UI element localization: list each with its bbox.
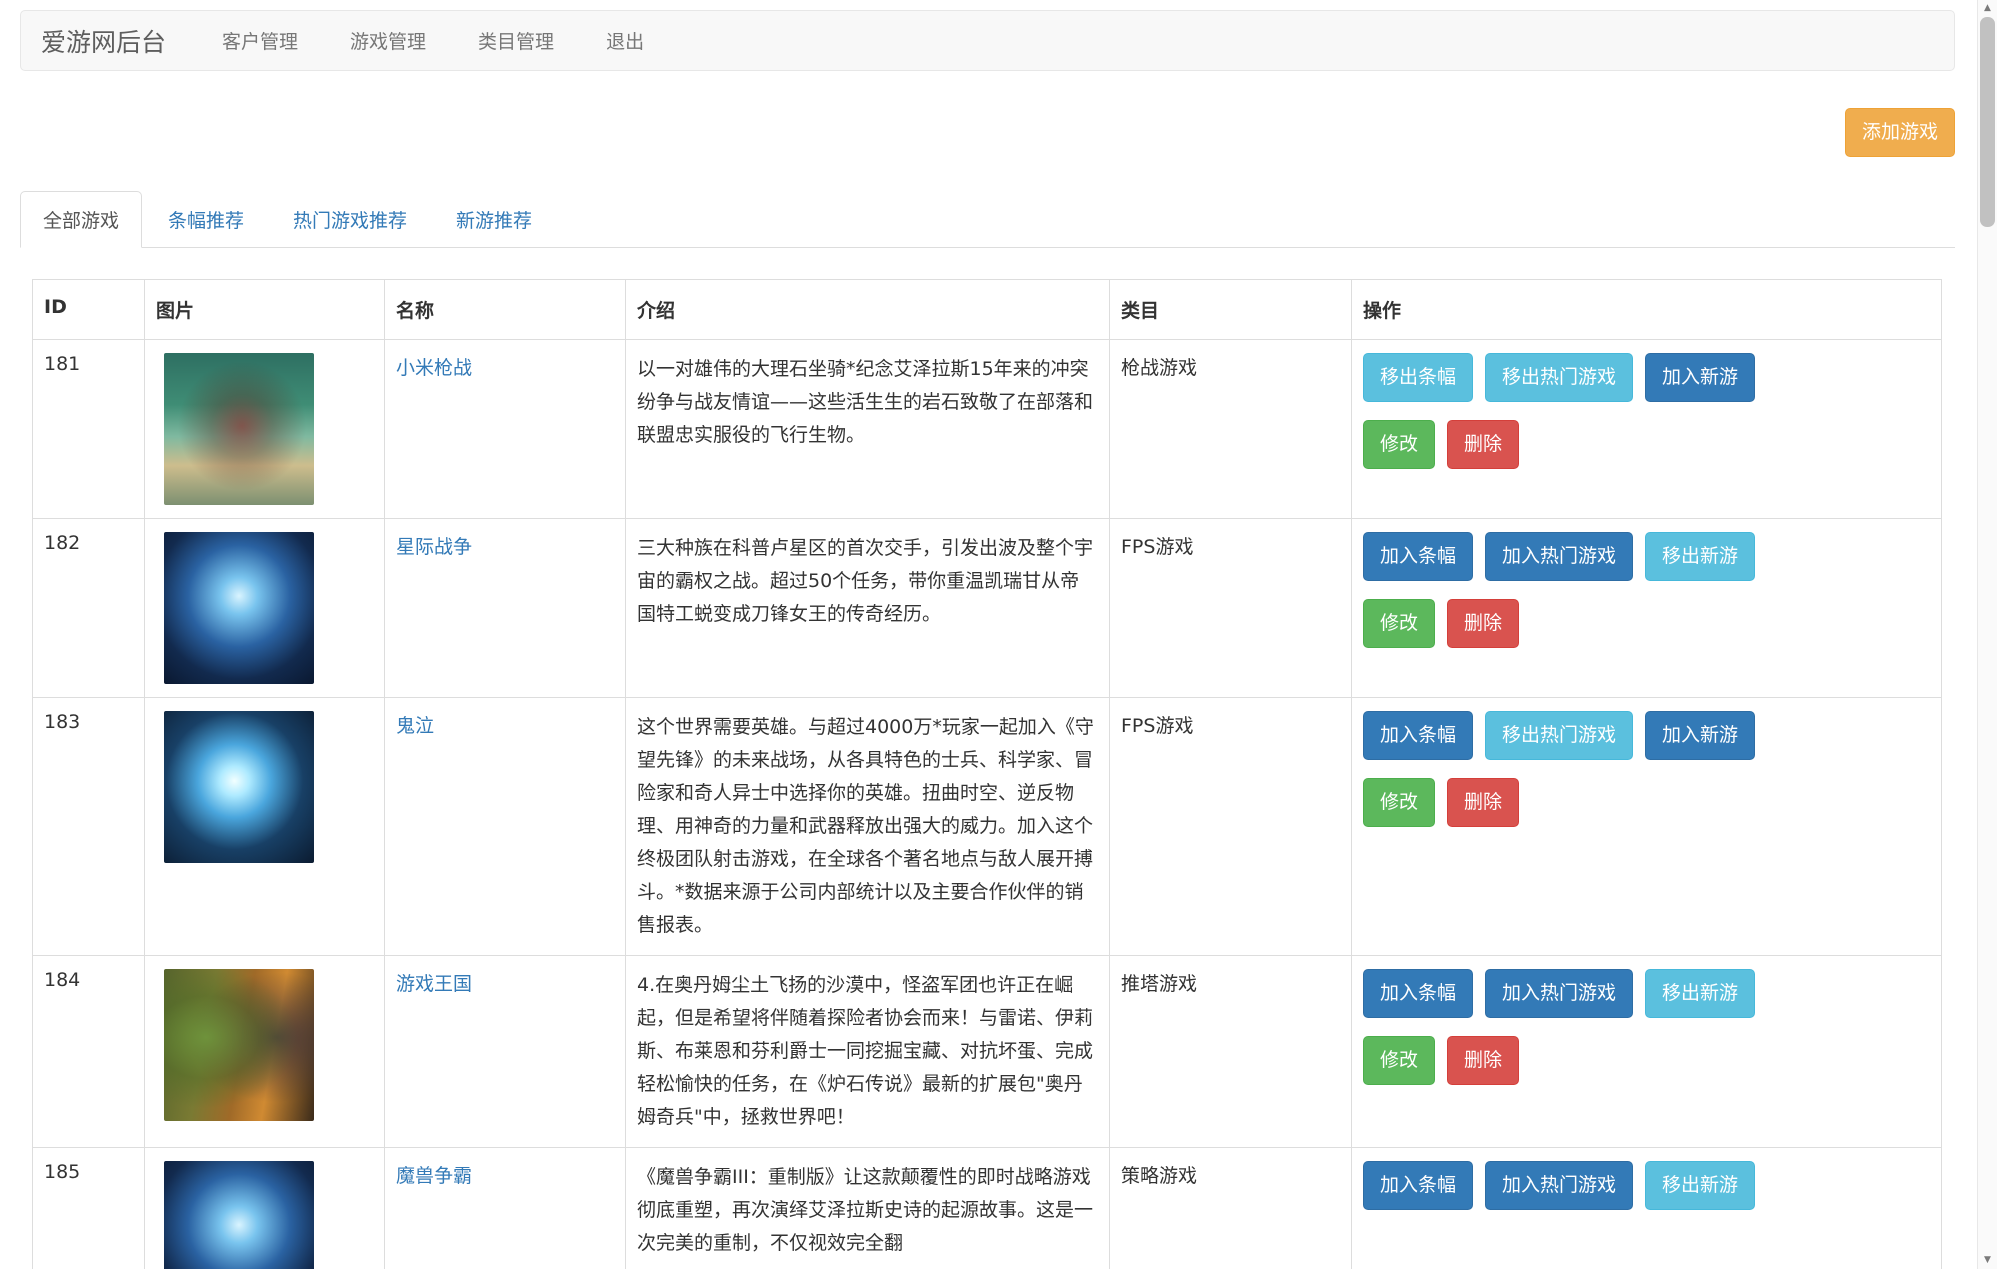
table-row: 185 魔兽争霸 《魔兽争霸III：重制版》让这款颠覆性的即时战略游戏彻底重塑，…	[33, 1148, 1942, 1269]
table-row: 182 星际战争 三大种族在科普卢星区的首次交手，引发出波及整个宇宙的霸权之战。…	[33, 519, 1942, 698]
game-category: 枪战游戏	[1110, 340, 1352, 519]
game-description: 以一对雄伟的大理石坐骑*纪念艾泽拉斯15年来的冲突纷争与战友情谊——这些活生生的…	[626, 340, 1110, 519]
add-hot-game-button[interactable]: 加入热门游戏	[1485, 532, 1633, 581]
game-name-link[interactable]: 星际战争	[396, 536, 472, 558]
game-actions-cell: 移出条幅移出热门游戏加入新游 修改删除	[1352, 340, 1942, 519]
game-description: 三大种族在科普卢星区的首次交手，引发出波及整个宇宙的霸权之战。超过50个任务，带…	[626, 519, 1110, 698]
delete-button[interactable]: 删除	[1447, 1036, 1519, 1085]
scroll-down-arrow-icon[interactable]: ▼	[1978, 1252, 1997, 1269]
edit-button[interactable]: 修改	[1363, 599, 1435, 648]
delete-button[interactable]: 删除	[1447, 420, 1519, 469]
game-id: 182	[33, 519, 145, 698]
top-navbar: 爱游网后台 客户管理 游戏管理 类目管理 退出	[20, 10, 1955, 71]
games-table: ID 图片 名称 介绍 类目 操作 181 小米枪战 以一对雄伟的大理石坐骑*纪…	[32, 279, 1942, 1269]
nav-item-customer-management[interactable]: 客户管理	[196, 27, 324, 54]
column-header-actions: 操作	[1352, 280, 1942, 340]
add-new-game-button[interactable]: 加入新游	[1645, 353, 1755, 402]
column-header-image: 图片	[145, 280, 385, 340]
tab-banner-recommend[interactable]: 条幅推荐	[145, 191, 267, 248]
game-category: 策略游戏	[1110, 1148, 1352, 1269]
scrollbar-thumb[interactable]	[1980, 17, 1995, 227]
table-row: 184 游戏王国 4.在奥丹姆尘土飞扬的沙漠中，怪盗军团也许正在崛起，但是希望将…	[33, 956, 1942, 1148]
edit-button[interactable]: 修改	[1363, 778, 1435, 827]
game-actions-cell: 加入条幅加入热门游戏移出新游 修改删除	[1352, 519, 1942, 698]
nav-item-logout[interactable]: 退出	[580, 27, 670, 54]
game-category: 推塔游戏	[1110, 956, 1352, 1148]
edit-button[interactable]: 修改	[1363, 1036, 1435, 1085]
game-description: 4.在奥丹姆尘土飞扬的沙漠中，怪盗军团也许正在崛起，但是希望将伴随着探险者协会而…	[626, 956, 1110, 1148]
remove-banner-button[interactable]: 移出条幅	[1363, 353, 1473, 402]
remove-new-game-button[interactable]: 移出新游	[1645, 969, 1755, 1018]
game-actions-cell: 加入条幅移出热门游戏加入新游 修改删除	[1352, 698, 1942, 956]
add-banner-button[interactable]: 加入条幅	[1363, 532, 1473, 581]
delete-button[interactable]: 删除	[1447, 778, 1519, 827]
game-name-link[interactable]: 鬼泣	[396, 715, 434, 737]
game-thumbnail-image	[164, 1161, 314, 1269]
table-header-row: ID 图片 名称 介绍 类目 操作	[33, 280, 1942, 340]
column-header-description: 介绍	[626, 280, 1110, 340]
edit-button[interactable]: 修改	[1363, 420, 1435, 469]
add-hot-game-button[interactable]: 加入热门游戏	[1485, 1161, 1633, 1210]
game-thumbnail-image	[164, 353, 314, 505]
add-banner-button[interactable]: 加入条幅	[1363, 969, 1473, 1018]
table-row: 181 小米枪战 以一对雄伟的大理石坐骑*纪念艾泽拉斯15年来的冲突纷争与战友情…	[33, 340, 1942, 519]
column-header-id: ID	[33, 280, 145, 340]
game-description: 这个世界需要英雄。与超过4000万*玩家一起加入《守望先锋》的未来战场，从各具特…	[626, 698, 1110, 956]
game-thumbnail-image	[164, 711, 314, 863]
scroll-up-arrow-icon[interactable]: ▲	[1978, 0, 1997, 17]
add-banner-button[interactable]: 加入条幅	[1363, 711, 1473, 760]
tab-new-games-recommend[interactable]: 新游推荐	[433, 191, 555, 248]
admin-page: 爱游网后台 客户管理 游戏管理 类目管理 退出 添加游戏 全部游戏 条幅推荐 热…	[0, 0, 1997, 1269]
remove-hot-game-button[interactable]: 移出热门游戏	[1485, 711, 1633, 760]
game-description: 《魔兽争霸III：重制版》让这款颠覆性的即时战略游戏彻底重塑，再次演绎艾泽拉斯史…	[626, 1148, 1110, 1269]
game-id: 185	[33, 1148, 145, 1269]
tab-hot-games-recommend[interactable]: 热门游戏推荐	[270, 191, 430, 248]
remove-new-game-button[interactable]: 移出新游	[1645, 1161, 1755, 1210]
game-id: 183	[33, 698, 145, 956]
nav-item-game-management[interactable]: 游戏管理	[324, 27, 452, 54]
add-banner-button[interactable]: 加入条幅	[1363, 1161, 1473, 1210]
column-header-category: 类目	[1110, 280, 1352, 340]
game-thumbnail-image	[164, 969, 314, 1121]
game-actions-cell: 加入条幅加入热门游戏移出新游 修改删除	[1352, 956, 1942, 1148]
tab-all-games[interactable]: 全部游戏	[20, 191, 142, 248]
game-name-link[interactable]: 魔兽争霸	[396, 1165, 472, 1187]
game-name-link[interactable]: 小米枪战	[396, 357, 472, 379]
toolbar: 添加游戏	[1845, 108, 1955, 157]
game-filter-tabs: 全部游戏 条幅推荐 热门游戏推荐 新游推荐	[20, 191, 1955, 248]
game-id: 184	[33, 956, 145, 1148]
game-category: FPS游戏	[1110, 698, 1352, 956]
brand-title[interactable]: 爱游网后台	[41, 23, 166, 59]
nav-item-category-management[interactable]: 类目管理	[452, 27, 580, 54]
delete-button[interactable]: 删除	[1447, 599, 1519, 648]
add-game-button[interactable]: 添加游戏	[1845, 108, 1955, 157]
game-id: 181	[33, 340, 145, 519]
remove-new-game-button[interactable]: 移出新游	[1645, 532, 1755, 581]
remove-hot-game-button[interactable]: 移出热门游戏	[1485, 353, 1633, 402]
add-new-game-button[interactable]: 加入新游	[1645, 711, 1755, 760]
table-row: 183 鬼泣 这个世界需要英雄。与超过4000万*玩家一起加入《守望先锋》的未来…	[33, 698, 1942, 956]
game-thumbnail-image	[164, 532, 314, 684]
game-name-link[interactable]: 游戏王国	[396, 973, 472, 995]
column-header-name: 名称	[385, 280, 626, 340]
games-table-container: ID 图片 名称 介绍 类目 操作 181 小米枪战 以一对雄伟的大理石坐骑*纪…	[32, 279, 1942, 1269]
game-category: FPS游戏	[1110, 519, 1352, 698]
game-actions-cell: 加入条幅加入热门游戏移出新游	[1352, 1148, 1942, 1269]
add-hot-game-button[interactable]: 加入热门游戏	[1485, 969, 1633, 1018]
vertical-scrollbar[interactable]: ▲ ▼	[1977, 0, 1997, 1269]
